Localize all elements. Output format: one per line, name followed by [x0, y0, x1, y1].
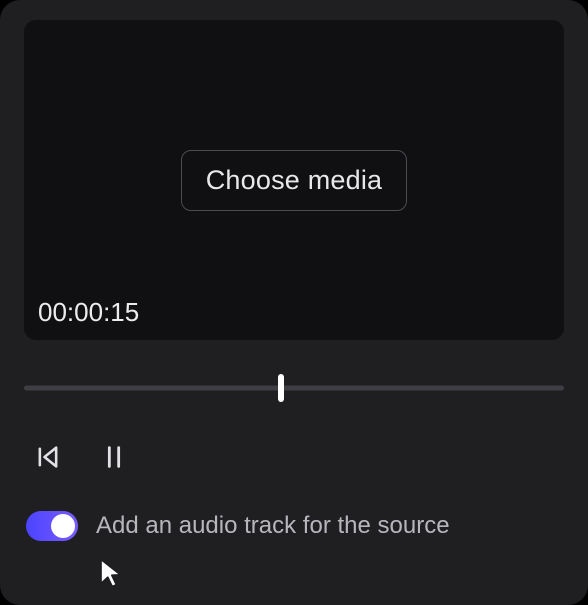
- seek-thumb[interactable]: [278, 374, 284, 402]
- skip-back-button[interactable]: [34, 443, 62, 471]
- transport-controls: [34, 443, 564, 471]
- audio-track-toggle[interactable]: [26, 511, 78, 541]
- cursor-icon: [95, 555, 131, 591]
- seek-track-bar: [24, 386, 564, 391]
- audio-track-row: Add an audio track for the source: [26, 511, 564, 541]
- toggle-knob: [51, 514, 75, 538]
- media-source-panel: Choose media 00:00:15 Add an audio track…: [0, 0, 588, 605]
- choose-media-button[interactable]: Choose media: [181, 150, 408, 211]
- pause-icon: [100, 443, 128, 471]
- skip-back-icon: [34, 443, 62, 471]
- media-preview-well: Choose media 00:00:15: [24, 20, 564, 340]
- audio-track-label: Add an audio track for the source: [96, 512, 450, 540]
- pause-button[interactable]: [100, 443, 128, 471]
- seek-slider[interactable]: [24, 375, 564, 401]
- media-timestamp: 00:00:15: [38, 297, 139, 328]
